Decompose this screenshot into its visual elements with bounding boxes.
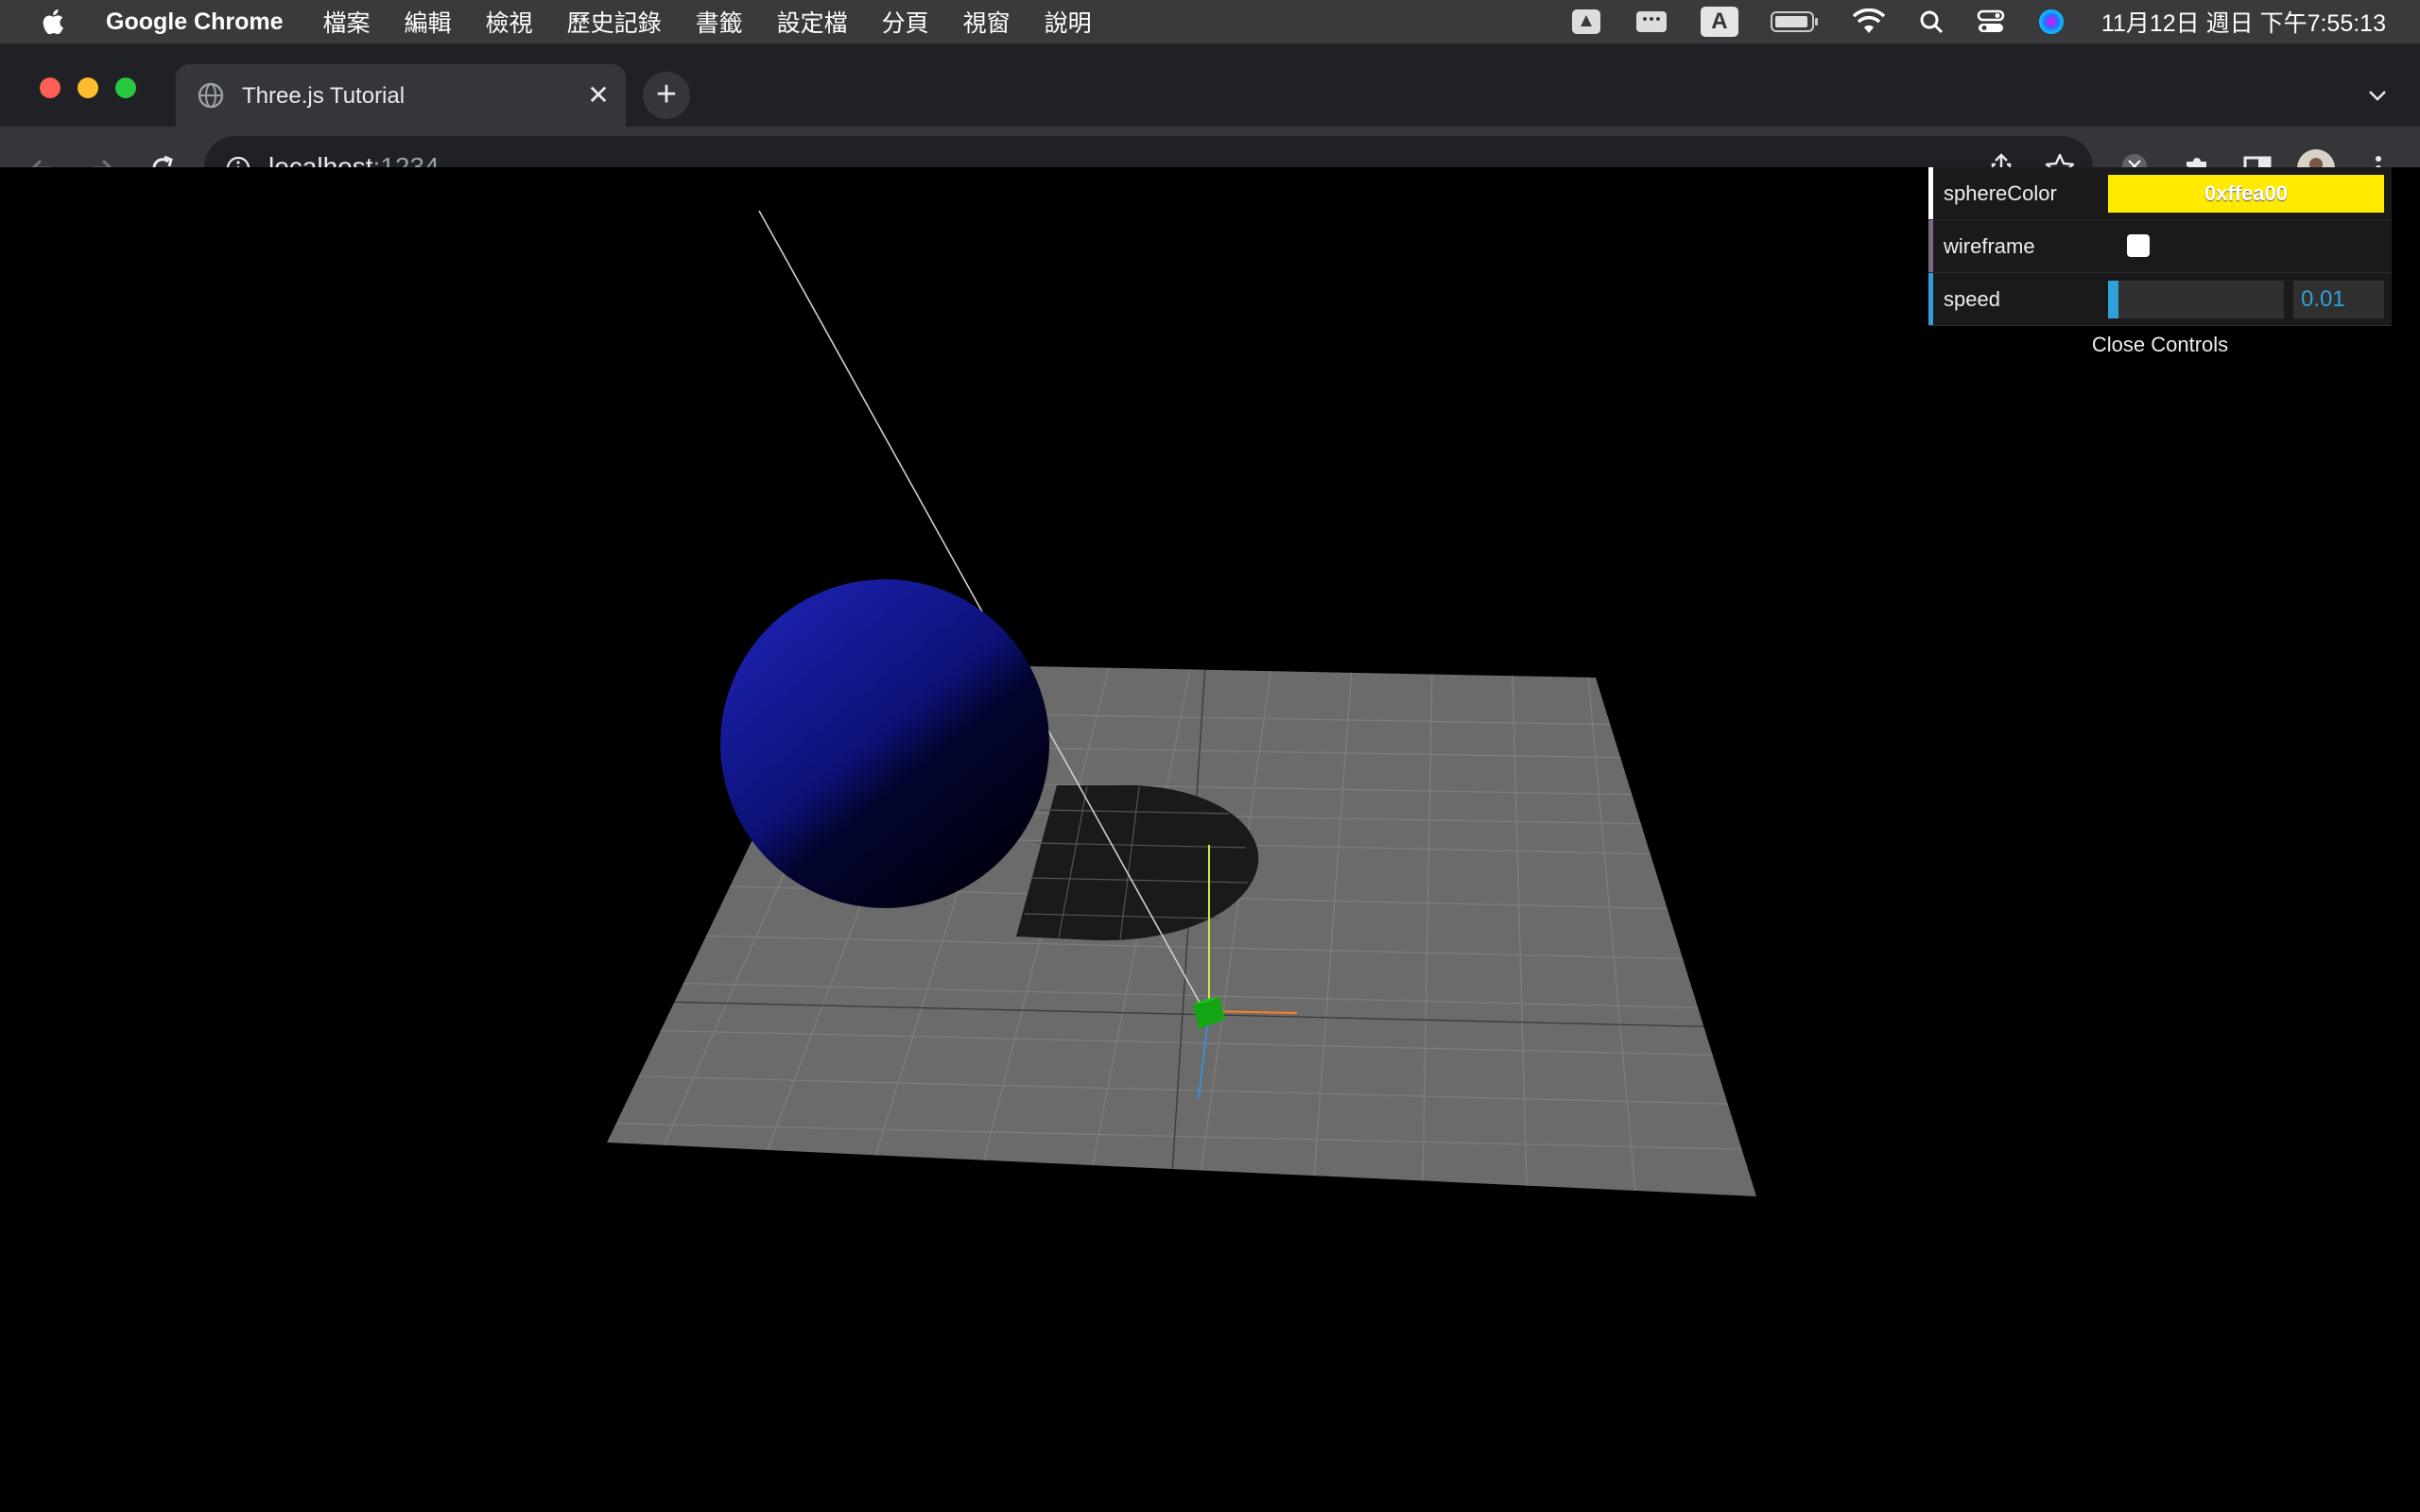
menu-file[interactable]: 檔案 <box>323 5 371 39</box>
speed-label: speed <box>1944 287 2000 311</box>
new-tab-button[interactable]: + <box>643 72 690 119</box>
search-icon[interactable] <box>1918 9 1945 35</box>
close-controls-button[interactable]: Close Controls <box>1928 326 2392 364</box>
speed-slider-fill <box>2108 281 2119 318</box>
menu-clock[interactable]: 11月12日 週日 下午7:55:13 <box>2101 5 2386 39</box>
scene-render <box>607 210 1756 1196</box>
chevron-down-icon[interactable] <box>2363 81 2392 110</box>
wireframe-label: wireframe <box>1944 234 2035 258</box>
menu-view[interactable]: 檢視 <box>486 5 533 39</box>
menu-history[interactable]: 歷史記錄 <box>567 5 662 39</box>
status-area: A 11月12日 週日 下午7:55:13 <box>1538 0 2386 43</box>
blue-sphere <box>720 579 1049 908</box>
input-method-label: A <box>1711 9 1728 34</box>
battery-icon[interactable] <box>1770 10 1820 33</box>
sphere-color-input[interactable]: 0xffea00 <box>2108 175 2384 213</box>
sphere-color-label: sphereColor <box>1944 181 2057 205</box>
tab-strip: Three.js Tutorial ✕ + <box>0 43 2420 127</box>
dat-gui-panel: sphereColor 0xffea00 wireframe speed 0.0… <box>1928 167 2392 364</box>
menu-help[interactable]: 說明 <box>1045 5 1092 39</box>
threejs-canvas[interactable]: sphereColor 0xffea00 wireframe speed 0.0… <box>0 167 2420 1512</box>
gui-row-sphere-color: sphereColor 0xffea00 <box>1928 167 2392 220</box>
menu-bookmarks[interactable]: 書籤 <box>696 5 743 39</box>
close-tab-icon[interactable]: ✕ <box>582 79 614 112</box>
gui-row-wireframe: wireframe <box>1928 220 2392 273</box>
control-center-icon[interactable] <box>1977 9 2005 35</box>
row-accent-bar <box>1928 167 1933 219</box>
wifi-icon[interactable] <box>1852 9 1886 35</box>
close-window-button[interactable] <box>40 77 60 98</box>
siri-icon[interactable] <box>2037 8 2066 36</box>
gui-row-speed: speed 0.01 <box>1928 273 2392 326</box>
menu-profiles[interactable]: 設定檔 <box>777 5 848 39</box>
wireframe-checkbox[interactable] <box>2127 234 2150 257</box>
menu-edit[interactable]: 編輯 <box>405 5 452 39</box>
tab-title: Three.js Tutorial <box>242 83 406 109</box>
menu-window[interactable]: 視窗 <box>963 5 1011 39</box>
tab-active[interactable]: Three.js Tutorial ✕ <box>176 64 626 127</box>
row-accent-bar <box>1928 273 1933 325</box>
menu-tab[interactable]: 分頁 <box>882 5 929 39</box>
minimize-window-button[interactable] <box>78 77 98 98</box>
dots-icon[interactable] <box>1634 9 1668 35</box>
row-accent-bar <box>1928 220 1933 272</box>
speed-number-input[interactable]: 0.01 <box>2293 281 2384 318</box>
speed-slider[interactable] <box>2108 281 2284 318</box>
active-app-name[interactable]: Google Chrome <box>106 9 284 36</box>
apple-icon[interactable] <box>38 6 70 38</box>
input-method-icon[interactable]: A <box>1700 7 1738 37</box>
globe-icon <box>198 82 224 109</box>
drive-icon[interactable] <box>1570 8 1602 36</box>
menu-bar: Google Chrome 檔案 編輯 檢視 歷史記錄 書籤 設定檔 分頁 視窗… <box>0 0 2420 43</box>
zoom-window-button[interactable] <box>115 77 136 98</box>
